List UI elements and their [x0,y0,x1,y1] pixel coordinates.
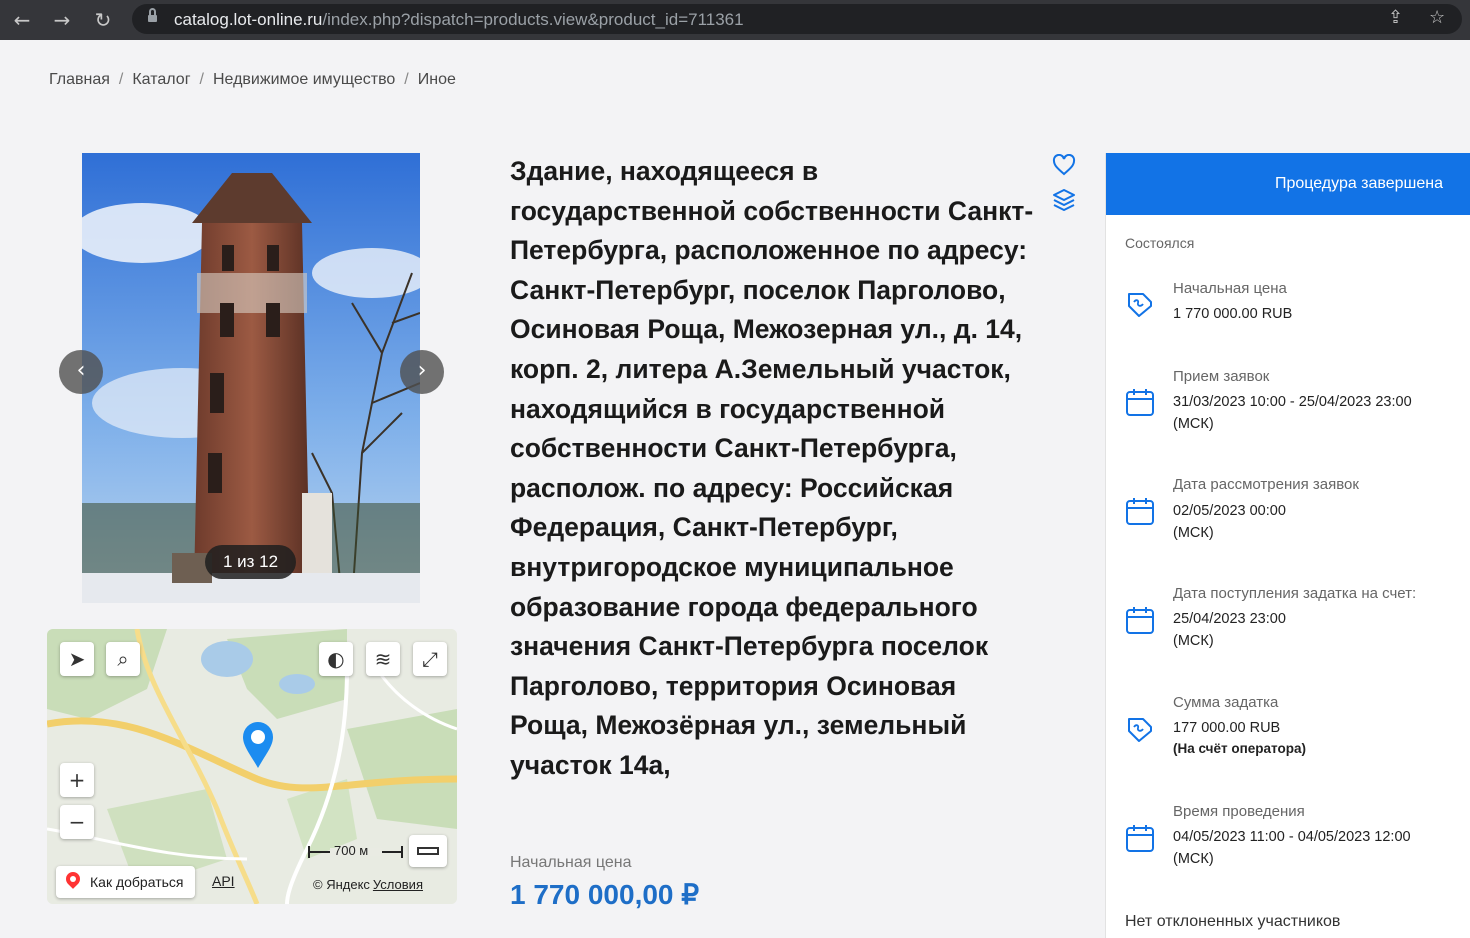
tower-photo [82,153,420,603]
map-scale-label: 700 м [334,843,369,858]
geolocation-icon[interactable]: ➤ [60,642,94,676]
auction-time-value: 04/05/2023 11:00 - 04/05/2023 12:00 [1173,829,1411,845]
lock-icon [148,8,157,24]
photo-gallery[interactable] [82,153,420,603]
heart-icon[interactable] [1052,154,1076,176]
procedure-status-header: Процедура завершена [1106,153,1470,215]
forward-icon[interactable]: → [49,7,75,33]
breadcrumb-item-home[interactable]: Главная [49,71,110,88]
map-traffic-icon[interactable]: ◐ [319,642,353,676]
map-search-icon[interactable]: ⌕ [106,642,140,676]
applications-period-label: Прием заявок [1173,368,1270,385]
map-terms-link[interactable]: Условия [373,877,423,892]
reload-icon[interactable]: ↻ [90,7,116,33]
zoom-out-button[interactable]: − [60,805,94,839]
review-date-value: 02/05/2023 00:00 [1173,503,1286,519]
deposit-amount-label: Сумма задатка [1173,694,1279,711]
price-tag-icon [1128,293,1152,317]
breadcrumb-item-real-estate[interactable]: Недвижимое имущество [213,71,395,88]
back-icon[interactable]: ← [9,7,35,33]
rejected-participants-text: Нет отклоненных участников [1125,913,1341,930]
compare-layers-icon[interactable] [1052,188,1076,212]
ruler-icon[interactable] [409,835,447,867]
url-text: catalog.lot-online.ru/index.php?dispatch… [174,10,744,29]
calendar-icon [1126,498,1154,525]
star-icon[interactable]: ☆ [1429,7,1445,28]
zoom-in-button[interactable]: + [60,763,94,797]
map-pin-icon[interactable] [240,722,276,770]
calendar-icon [1126,389,1154,416]
applications-period-value: 31/03/2023 10:00 - 25/04/2023 23:00 [1173,394,1412,410]
breadcrumb-item-other[interactable]: Иное [418,71,456,88]
price-value: 1 770 000,00 ₽ [510,879,700,910]
gallery-counter: 1 из 12 [205,545,296,579]
route-button-label: Как добраться [90,874,184,890]
address-bar[interactable]: catalog.lot-online.ru/index.php?dispatch… [132,4,1462,34]
applications-period-tz: (МСК) [1173,416,1214,432]
start-price-label: Начальная цена [1173,280,1287,297]
deposit-date-value: 25/04/2023 23:00 [1173,611,1286,627]
review-date-label: Дата рассмотрения заявок [1173,476,1359,493]
deposit-date-label: Дата поступления задатка на счет: [1173,585,1417,602]
map-layers-icon[interactable]: ≋ [366,642,400,676]
deposit-amount-note: (На счёт оператора) [1173,741,1306,756]
location-pin-icon [63,869,83,889]
lot-title: Здание, находящееся в государственной со… [510,156,1034,780]
deposit-amount-value: 177 000.00 RUB [1173,720,1281,736]
procedure-result: Состоялся [1125,235,1195,251]
review-date-tz: (МСК) [1173,525,1214,541]
auction-time-tz: (МСК) [1173,851,1214,867]
map-fullscreen-icon[interactable]: ⤢ [413,642,447,676]
map-api-link[interactable]: API [212,873,235,889]
start-price-value: 1 770 000.00 RUB [1173,306,1293,322]
price-label: Начальная цена [510,854,632,871]
gallery-prev-button[interactable]: ‹ [59,350,103,394]
deposit-date-tz: (МСК) [1173,633,1214,649]
map-copyright: © Яндекс Условия [313,877,423,892]
calendar-icon [1126,607,1154,634]
breadcrumb: Главная / Каталог / Недвижимое имущество / Ино… [49,71,456,88]
auction-time-label: Время проведения [1173,803,1305,820]
browser-toolbar: ← → ↻ catalog.lot-online.ru/index.php?di… [0,0,1470,40]
share-icon[interactable]: ⇪ [1388,7,1403,28]
procedure-panel [1105,153,1470,938]
route-button[interactable]: Как добраться [56,866,196,898]
breadcrumb-item-catalog[interactable]: Каталог [132,71,190,88]
calendar-icon [1126,825,1154,852]
price-tag-icon [1128,718,1152,742]
gallery-next-button[interactable]: › [400,350,444,394]
